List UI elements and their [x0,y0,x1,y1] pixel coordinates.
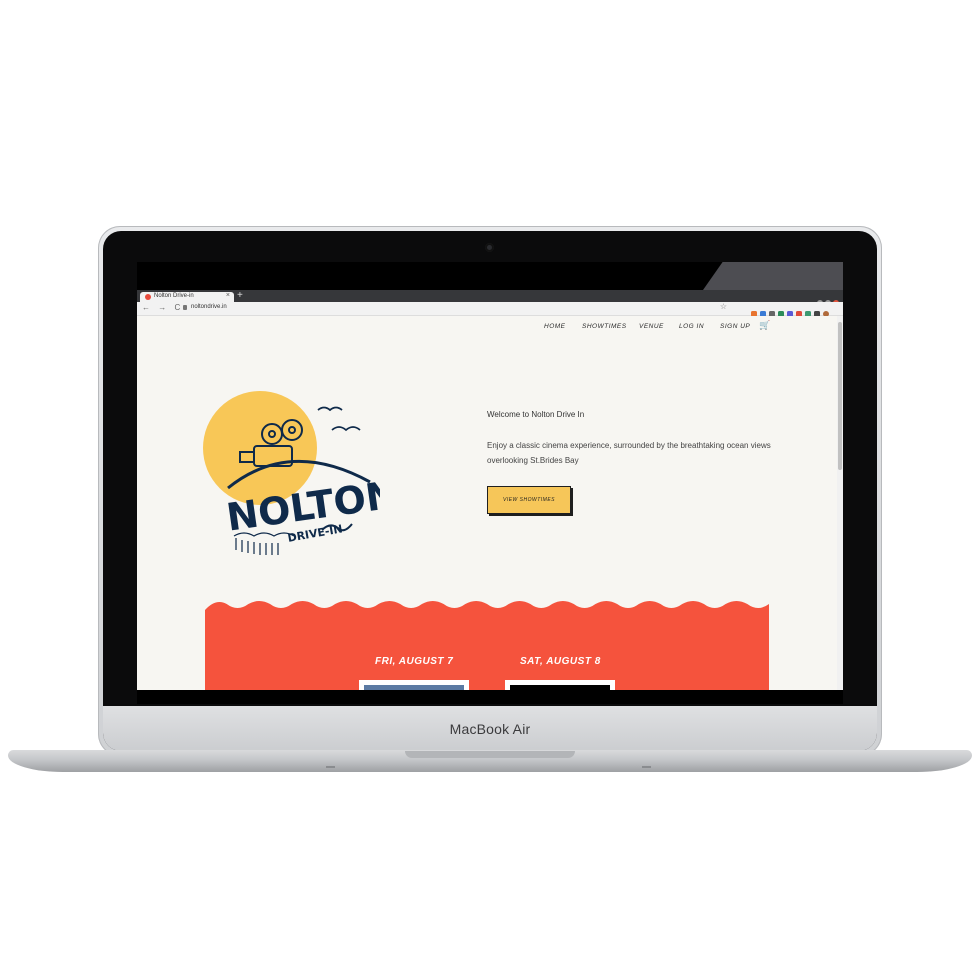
nav-showtimes[interactable]: SHOWTIMES [582,323,627,330]
new-tab-button[interactable]: + [237,290,243,301]
nav-home[interactable]: HOME [544,323,566,330]
hero-welcome-text: Welcome to Nolton Drive In [487,410,585,419]
movie-poster[interactable] [359,680,469,690]
nav-log-in[interactable]: LOG IN [679,323,704,330]
showtimes-section-background [205,601,769,690]
favicon-icon [145,294,151,300]
scrollbar-thumb[interactable] [838,322,842,470]
web-page: HOME SHOWTIMES VENUE LOG IN SIGN UP 🛒 NO… [137,316,837,690]
nav-venue[interactable]: VENUE [639,323,664,330]
view-showtimes-button[interactable]: VIEW SHOWTIMES [487,486,571,514]
laptop-foot [326,766,335,768]
hero-description: Enjoy a classic cinema experience, surro… [487,441,771,465]
laptop-screen: Nolton Drive-in × + ← → C noltondrive.in… [137,262,843,704]
page-scrollbar[interactable] [837,316,843,690]
tab-close-icon[interactable]: × [226,292,230,299]
browser-nav-buttons[interactable]: ← → C [142,303,183,312]
showtime-day-label: FRI, AUGUST 7 [375,656,454,667]
lock-icon [183,305,187,310]
showtime-day-label: SAT, AUGUST 8 [520,656,601,667]
device-brand-label: MacBook Air [449,721,531,737]
browser-address-bar: ← → C noltondrive.in ☆ [137,302,843,317]
bookmark-star-icon[interactable]: ☆ [720,302,727,311]
laptop-foot [642,766,651,768]
nav-sign-up[interactable]: SIGN UP [720,323,750,330]
url-field[interactable]: noltondrive.in [191,304,227,310]
laptop-hinge-notch [405,751,575,758]
browser-tab[interactable]: Nolton Drive-in × [140,292,234,302]
movie-poster[interactable] [505,680,615,690]
tab-title: Nolton Drive-in [154,293,194,299]
desktop-top-bar [137,262,843,290]
screen-bottom-edge [137,690,843,704]
cart-icon[interactable]: 🛒 [759,320,770,331]
webcam-icon [485,243,494,252]
nolton-drive-in-logo[interactable]: NOLTON DRIVE-IN [200,378,380,558]
